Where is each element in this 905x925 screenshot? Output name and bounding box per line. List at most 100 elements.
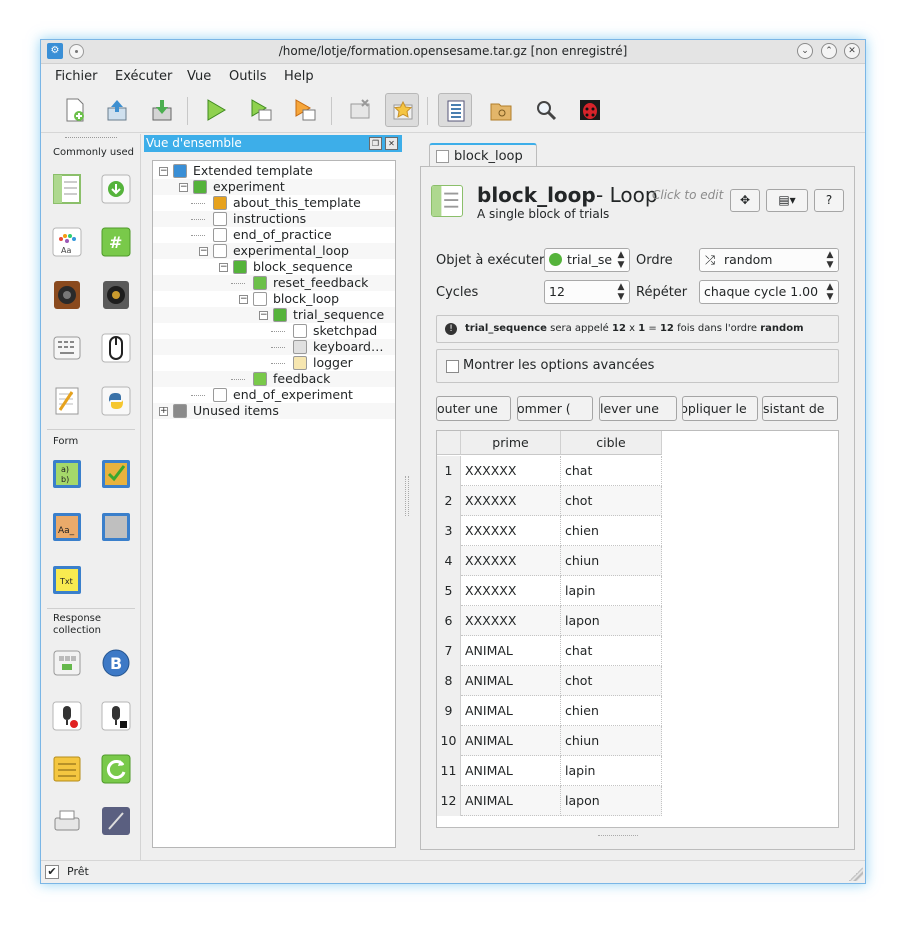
repeat-spinbox[interactable]: chaque cycle 1.00 te ▲ ▼: [699, 280, 839, 304]
loop-table[interactable]: prime cible 1 XXXXXX chat 2 XXXXXX chot 3 XXXXX…: [436, 430, 839, 828]
splitter-handle[interactable]: [405, 476, 409, 516]
tree-item[interactable]: − block_loop: [153, 291, 395, 307]
table-cell[interactable]: XXXXXX: [461, 546, 561, 576]
run-window-button[interactable]: [244, 93, 278, 127]
order-select[interactable]: ⤮ random ▲ ▼: [699, 248, 839, 272]
table-cell[interactable]: chiun: [561, 726, 662, 756]
table-cell[interactable]: ANIMAL: [461, 726, 561, 756]
synth-item-button[interactable]: [101, 280, 131, 310]
row-header[interactable]: 11: [437, 756, 461, 786]
open-file-button[interactable]: [100, 93, 134, 127]
row-header[interactable]: 6: [437, 606, 461, 636]
table-cell[interactable]: chot: [561, 486, 662, 516]
help-button[interactable]: ?: [814, 189, 844, 212]
overview-toggle-button[interactable]: [438, 93, 472, 127]
row-header[interactable]: 1: [437, 456, 461, 486]
table-cell[interactable]: lapon: [561, 786, 662, 816]
menu-run[interactable]: Exécuter: [115, 69, 172, 84]
row-header[interactable]: 3: [437, 516, 461, 546]
voice-key-item-button[interactable]: [52, 701, 82, 731]
table-cell[interactable]: chien: [561, 516, 662, 546]
collapse-icon[interactable]: −: [159, 167, 168, 176]
advanced-options-label[interactable]: Montrer les options avancées: [463, 358, 654, 373]
form-text-input-button[interactable]: Aa_: [52, 512, 82, 542]
table-cell[interactable]: ANIMAL: [461, 636, 561, 666]
row-header[interactable]: 2: [437, 486, 461, 516]
table-cell[interactable]: chat: [561, 456, 662, 486]
tree-item[interactable]: − trial_sequence: [153, 307, 395, 323]
table-cell[interactable]: XXXXXX: [461, 486, 561, 516]
close-panel-button[interactable]: ✕: [385, 137, 398, 150]
sketchpad-item-button[interactable]: Aa: [52, 227, 82, 257]
table-cell[interactable]: lapon: [561, 606, 662, 636]
table-cell[interactable]: chat: [561, 636, 662, 666]
table-cell[interactable]: lapin: [561, 576, 662, 606]
table-cell[interactable]: ANIMAL: [461, 756, 561, 786]
minimize-button[interactable]: ⌄: [797, 43, 813, 59]
touch-response-item-button[interactable]: [52, 754, 82, 784]
row-header[interactable]: 8: [437, 666, 461, 696]
menu-help[interactable]: Help: [284, 69, 314, 84]
item-menu-button[interactable]: ▤▾: [766, 189, 808, 212]
inline-script-item-button[interactable]: [101, 386, 131, 416]
row-header[interactable]: 5: [437, 576, 461, 606]
table-cell[interactable]: lapin: [561, 756, 662, 786]
item-description[interactable]: A single block of trials: [477, 207, 609, 221]
row-header[interactable]: 10: [437, 726, 461, 756]
feedback-item-button[interactable]: #: [101, 227, 131, 257]
tree-item[interactable]: − experimental_loop: [153, 243, 395, 259]
menu-tools[interactable]: Outils: [229, 69, 267, 84]
expand-icon[interactable]: +: [159, 407, 168, 416]
palette-grip[interactable]: [65, 137, 117, 139]
apply-weights-button[interactable]: ppliquer le: [682, 396, 758, 421]
collapse-icon[interactable]: −: [259, 311, 268, 320]
window-resize-grip[interactable]: [849, 867, 863, 881]
table-cell[interactable]: ANIMAL: [461, 786, 561, 816]
logger-item-button[interactable]: [52, 386, 82, 416]
debug-window-button[interactable]: [573, 93, 607, 127]
table-cell[interactable]: XXXXXX: [461, 456, 561, 486]
advanced-options-checkbox[interactable]: [446, 360, 459, 373]
column-header[interactable]: prime: [461, 431, 561, 455]
collapse-icon[interactable]: −: [219, 263, 228, 272]
collapse-icon[interactable]: −: [199, 247, 208, 256]
collapse-icon[interactable]: −: [239, 295, 248, 304]
run-button[interactable]: [199, 93, 233, 127]
table-cell[interactable]: chiun: [561, 546, 662, 576]
item-name[interactable]: block_loop: [477, 183, 596, 207]
add-variable-button[interactable]: outer une: [436, 396, 511, 421]
maximize-editor-button[interactable]: ✥: [730, 189, 760, 212]
table-cell[interactable]: ANIMAL: [461, 666, 561, 696]
table-cell[interactable]: XXXXXX: [461, 606, 561, 636]
sound-stop-item-button[interactable]: [101, 701, 131, 731]
printer-item-button[interactable]: [52, 806, 82, 836]
keyboard-response-item-button[interactable]: [52, 333, 82, 363]
remove-variable-button[interactable]: lever une: [599, 396, 677, 421]
close-tabs-button[interactable]: [343, 93, 377, 127]
table-resize-grip[interactable]: [598, 835, 638, 837]
overview-header[interactable]: Vue d'ensemble ❐ ✕: [144, 135, 402, 152]
click-to-edit-hint[interactable]: Click to edit: [652, 188, 723, 202]
tree-item[interactable]: + Unused items: [153, 403, 395, 419]
title-bar[interactable]: ⚙ /home/lotje/formation.opensesame.tar.g…: [41, 40, 865, 64]
tree-item[interactable]: keyboard…: [153, 339, 395, 355]
pen-item-button[interactable]: [101, 806, 131, 836]
table-cell[interactable]: chot: [561, 666, 662, 696]
menu-file[interactable]: Fichier: [55, 69, 98, 84]
float-panel-button[interactable]: ❐: [369, 137, 382, 150]
column-header[interactable]: cible: [561, 431, 662, 455]
tree-item[interactable]: feedback: [153, 371, 395, 387]
close-button[interactable]: ✕: [844, 43, 860, 59]
close-other-tabs-button[interactable]: [385, 93, 419, 127]
item-to-run-select[interactable]: trial_se ▲ ▼: [544, 248, 630, 272]
row-header[interactable]: 12: [437, 786, 461, 816]
row-header[interactable]: 9: [437, 696, 461, 726]
overview-tree[interactable]: − Extended template − experiment about_this_…: [152, 160, 396, 848]
tree-item[interactable]: − block_sequence: [153, 259, 395, 275]
tree-item[interactable]: logger: [153, 355, 395, 371]
joystick-item-button[interactable]: B: [101, 648, 131, 678]
quick-run-button[interactable]: [288, 93, 322, 127]
maximize-button[interactable]: ⌃: [821, 43, 837, 59]
reset-feedback-item-button[interactable]: [101, 754, 131, 784]
mouse-response-item-button[interactable]: [101, 333, 131, 363]
